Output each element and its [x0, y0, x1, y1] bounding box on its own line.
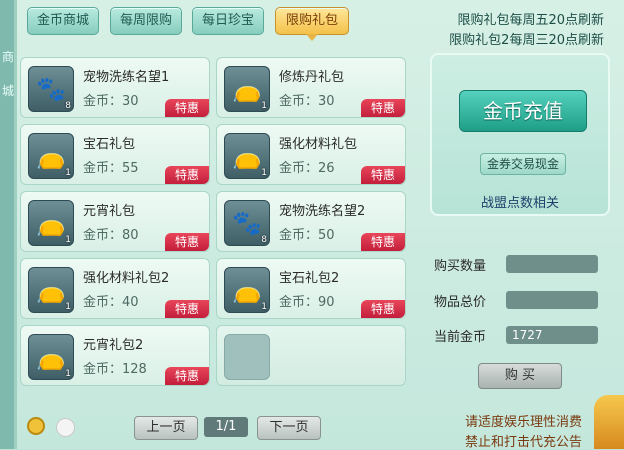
refresh-notice-1: 限购礼包每周五20点刷新	[457, 13, 604, 28]
item-qty: 1	[65, 302, 71, 312]
item-price: 金币：55	[83, 161, 139, 176]
gift-bag-icon: 👝 1	[28, 200, 74, 246]
left-decoration: 商 城	[0, 0, 14, 449]
gold-field: 1727	[506, 326, 598, 344]
discount-badge: 特惠	[165, 233, 209, 251]
item-qty: 1	[261, 101, 267, 111]
gift-bag-icon: 👝 1	[28, 334, 74, 380]
item-qty: 1	[261, 168, 267, 178]
item-price: 金币：128	[83, 362, 147, 377]
tab-weekly-limited[interactable]: 每周限购	[110, 7, 182, 35]
buy-button[interactable]: 购 买	[478, 363, 562, 389]
tab-gold-mall[interactable]: 金币商城	[27, 7, 99, 35]
discount-badge: 特惠	[165, 99, 209, 117]
item-qty: 8	[261, 235, 267, 245]
item-qty: 1	[65, 235, 71, 245]
total-label: 物品总价	[434, 295, 487, 310]
item-qty: 1	[65, 369, 71, 379]
page-indicator: 1/1	[204, 417, 248, 437]
item-name: 宠物洗练名望1	[83, 70, 170, 85]
gold-recharge-button[interactable]: 金币充值	[459, 90, 587, 132]
item-price: 金币：30	[83, 94, 139, 109]
item-card[interactable]: 👝 1 元宵礼包2 金币：128 特惠	[20, 325, 210, 386]
total-field	[506, 291, 598, 309]
item-name: 元宵礼包2	[83, 338, 144, 353]
gift-bag-icon: 👝 1	[28, 267, 74, 313]
item-card[interactable]: 👝 1 修炼丹礼包 金币：30 特惠	[216, 57, 406, 118]
discount-badge: 特惠	[361, 99, 405, 117]
item-card[interactable]: 👝 1 宝石礼包2 金币：90 特惠	[216, 258, 406, 319]
item-card[interactable]: 🐾 8 宠物洗练名望2 金币：50 特惠	[216, 191, 406, 252]
item-price: 金币：30	[279, 94, 335, 109]
side-char-1: 商	[2, 50, 15, 64]
item-name: 宝石礼包	[83, 137, 136, 152]
qty-field[interactable]	[506, 255, 598, 273]
item-card[interactable]: 👝 1 强化材料礼包 金币：26 特惠	[216, 124, 406, 185]
item-price: 金币：40	[83, 295, 139, 310]
item-name: 元宵礼包	[83, 204, 136, 219]
item-card[interactable]: 👝 1 宝石礼包 金币：55 特惠	[20, 124, 210, 185]
coupon-exchange-button[interactable]: 金券交易现金	[480, 153, 566, 175]
discount-badge: 特惠	[165, 367, 209, 385]
item-card[interactable]: 🐾 8 宠物洗练名望1 金币：30 特惠	[20, 57, 210, 118]
side-char-2: 城	[2, 84, 15, 98]
discount-badge: 特惠	[361, 300, 405, 318]
gift-bag-icon: 👝 1	[224, 66, 270, 112]
item-price: 金币：50	[279, 228, 335, 243]
alliance-points-link[interactable]: 战盟点数相关	[432, 192, 608, 211]
prev-page-button[interactable]: 上一页	[134, 416, 198, 440]
item-name: 宝石礼包2	[279, 271, 340, 286]
item-price: 金币：26	[279, 161, 335, 176]
magnifier-icon[interactable]	[27, 417, 45, 435]
discount-badge: 特惠	[165, 166, 209, 184]
gift-bag-icon: 👝 1	[28, 133, 74, 179]
gift-bag-icon: 👝 1	[224, 267, 270, 313]
recharge-panel: 金币充值 金券交易现金 战盟点数相关	[430, 53, 610, 216]
paw-icon: 🐾 8	[224, 200, 270, 246]
anti-proxy-recharge-notice[interactable]: 禁止和打击代充公告	[465, 431, 582, 450]
tab-limited-gift-pack[interactable]: 限购礼包	[275, 7, 349, 41]
refresh-notice-2: 限购礼包2每周三20点刷新	[449, 33, 604, 48]
item-price: 金币：80	[83, 228, 139, 243]
item-grid: 🐾 8 宠物洗练名望1 金币：30 特惠 👝 1 修炼丹礼包 金币：30 特惠 👝 1…	[20, 57, 415, 387]
toggle-dot-icon[interactable]	[56, 418, 75, 437]
item-name: 宠物洗练名望2	[279, 204, 366, 219]
rational-spending-tip: 请适度娱乐理性消费	[464, 415, 582, 430]
gold-label: 当前金币	[434, 330, 487, 345]
item-name: 修炼丹礼包	[279, 70, 345, 85]
item-name: 强化材料礼包	[279, 137, 358, 152]
item-qty: 1	[261, 302, 267, 312]
mascot-icon	[594, 395, 624, 449]
item-name: 强化材料礼包2	[83, 271, 170, 286]
item-card[interactable]: 👝 1 元宵礼包 金币：80 特惠	[20, 191, 210, 252]
gift-bag-icon: 👝 1	[224, 133, 270, 179]
item-qty: 1	[65, 168, 71, 178]
tab-daily-treasure[interactable]: 每日珍宝	[192, 7, 264, 35]
empty-item-slot	[216, 325, 406, 386]
discount-badge: 特惠	[361, 166, 405, 184]
empty-slot-icon	[224, 334, 270, 380]
discount-badge: 特惠	[361, 233, 405, 251]
item-qty: 8	[65, 101, 71, 111]
item-price: 金币：90	[279, 295, 335, 310]
next-page-button[interactable]: 下一页	[257, 416, 321, 440]
paw-icon: 🐾 8	[28, 66, 74, 112]
item-card[interactable]: 👝 1 强化材料礼包2 金币：40 特惠	[20, 258, 210, 319]
discount-badge: 特惠	[165, 300, 209, 318]
qty-label: 购买数量	[434, 259, 487, 274]
